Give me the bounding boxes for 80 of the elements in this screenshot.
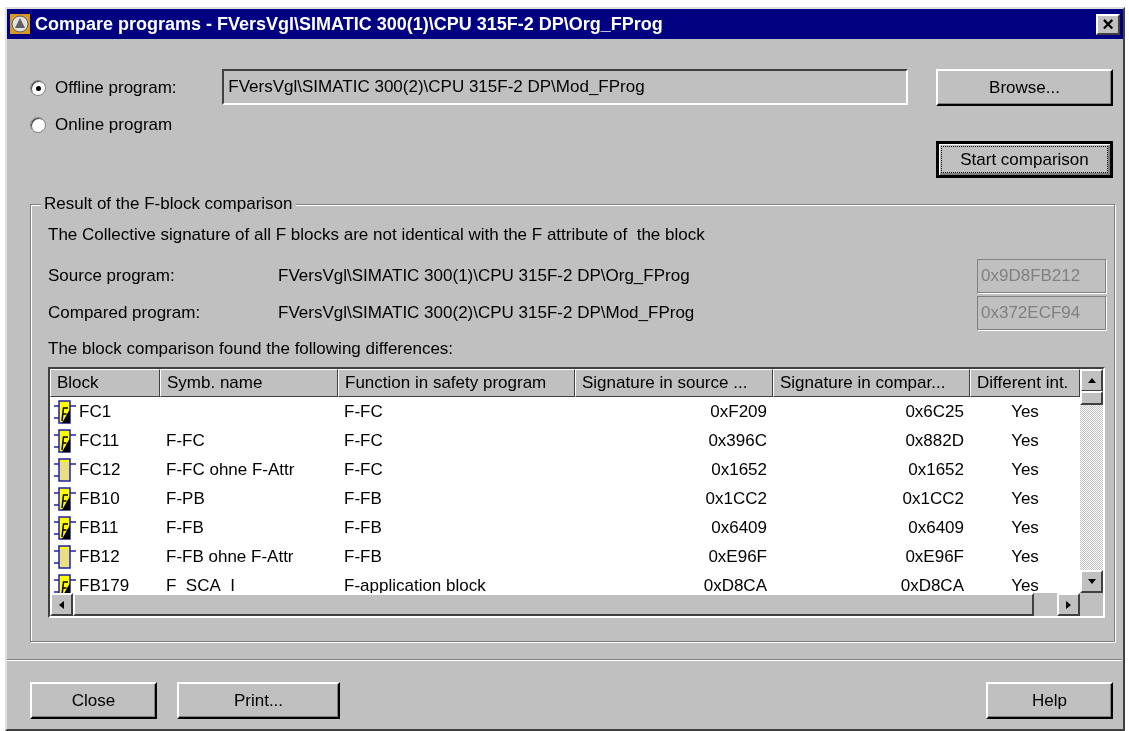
- scroll-thumb[interactable]: [1080, 391, 1103, 405]
- path-field[interactable]: FVersVgl\SIMATIC 300(2)\CPU 315F-2 DP\Mod_FProg: [222, 69, 908, 105]
- close-button[interactable]: ×: [1096, 13, 1120, 35]
- table-cell: 0xE96F: [708, 546, 767, 566]
- table-cell: 0xD8CA: [703, 575, 767, 593]
- table-cell: FC1: [79, 401, 112, 422]
- differences-label: The block comparison found the following differences:: [48, 339, 455, 360]
- table-cell: Yes: [1011, 488, 1039, 508]
- table-cell: F-FB: [166, 517, 204, 537]
- scroll-right-icon[interactable]: [1064, 599, 1073, 610]
- column-header[interactable]: Different int.: [970, 369, 1080, 397]
- table-cell: F-FB: [344, 546, 382, 566]
- help-button[interactable]: Help: [986, 682, 1113, 719]
- group-title: Result of the F-block comparison: [41, 194, 296, 214]
- table-cell: Yes: [1011, 575, 1039, 593]
- radio-option[interactable]: Offline program:: [30, 78, 223, 98]
- block-icon: [54, 543, 76, 570]
- table-cell: 0xF209: [710, 401, 767, 421]
- column-header[interactable]: Signature in compar...: [773, 369, 970, 397]
- table-cell: 0x6C25: [905, 401, 964, 421]
- result-message: The Collective signature of all F blocks are not identical with the F attribute of the block: [48, 225, 706, 246]
- column-header[interactable]: Symb. name: [160, 369, 338, 397]
- scroll-down-icon[interactable]: [1086, 577, 1097, 586]
- table-cell: Yes: [1011, 517, 1039, 537]
- table-cell: F-FB: [344, 517, 382, 537]
- table-cell: 0xE96F: [905, 546, 964, 566]
- table-cell: 0x6409: [908, 517, 964, 537]
- start-comparison-button[interactable]: Start comparison: [936, 141, 1113, 178]
- table-cell: 0x396C: [708, 430, 767, 450]
- table-cell: Yes: [1011, 430, 1039, 450]
- table-cell: FB11: [79, 517, 119, 538]
- table-cell: FB179: [79, 575, 130, 593]
- block-icon: [54, 456, 76, 483]
- radio-dot[interactable]: [30, 117, 46, 133]
- table-cell: FB12: [79, 546, 120, 567]
- table-cell: 0x6409: [711, 517, 767, 537]
- program-label: Source program:: [48, 265, 176, 286]
- scroll-left-icon[interactable]: [57, 599, 66, 610]
- table-cell: FC12: [79, 459, 121, 480]
- program-label: Compared program:: [48, 302, 202, 323]
- table-cell: 0x1652: [908, 459, 964, 479]
- table-cell: F-FB ohne F-Attr: [166, 546, 294, 566]
- table-cell: FC11: [79, 430, 120, 451]
- table-cell: 0x1CC2: [705, 488, 767, 508]
- program-path: FVersVgl\SIMATIC 300(1)\CPU 315F-2 DP\Org_FProg: [278, 265, 691, 286]
- window-title: Compare programs - FVersVgl\SIMATIC 300(1)\CPU 315F-2 DP\Org_FProg: [35, 13, 664, 35]
- table-cell: 0x1CC2: [902, 488, 964, 508]
- signature-field: 0x372ECF94: [977, 295, 1106, 330]
- f-block-icon: [54, 427, 76, 454]
- table-cell: F-FC: [344, 430, 383, 450]
- table-cell: F-FC ohne F-Attr: [166, 459, 295, 479]
- program-path: FVersVgl\SIMATIC 300(2)\CPU 315F-2 DP\Mod_FProg: [278, 302, 696, 323]
- table-cell: Yes: [1011, 401, 1039, 421]
- column-header[interactable]: Signature in source ...: [575, 369, 773, 397]
- table-cell: 0xD8CA: [900, 575, 964, 593]
- browse-button[interactable]: Browse...: [936, 69, 1113, 106]
- f-block-icon: [54, 514, 76, 541]
- table-cell: 0x1652: [711, 459, 767, 479]
- column-header[interactable]: Function in safety program: [338, 369, 575, 397]
- close-dialog-button[interactable]: Close: [30, 682, 157, 719]
- table-cell: Yes: [1011, 546, 1039, 566]
- table-cell: F-FC: [344, 459, 383, 479]
- vertical-scrollbar[interactable]: [1080, 369, 1103, 593]
- table-cell: F-PB: [166, 488, 205, 508]
- table-cell: FB10: [79, 488, 120, 509]
- table-cell: F_SCA_I: [166, 575, 235, 593]
- app-icon: [10, 14, 30, 34]
- f-block-icon: [54, 485, 76, 512]
- scroll-up-icon[interactable]: [1086, 376, 1097, 385]
- signature-field: 0x9D8FB212: [977, 258, 1106, 293]
- table-cell: 0x882D: [905, 430, 964, 450]
- table-cell: F-FB: [344, 488, 382, 508]
- table-cell: Yes: [1011, 459, 1039, 479]
- radio-dot[interactable]: [30, 80, 46, 96]
- print-button[interactable]: Print...: [177, 682, 340, 719]
- radio-option[interactable]: Online program: [30, 115, 223, 135]
- f-block-icon: [54, 398, 76, 425]
- column-header[interactable]: Block: [50, 369, 160, 397]
- table-cell: F-FC: [344, 401, 383, 421]
- table-cell: F-FC: [166, 430, 205, 450]
